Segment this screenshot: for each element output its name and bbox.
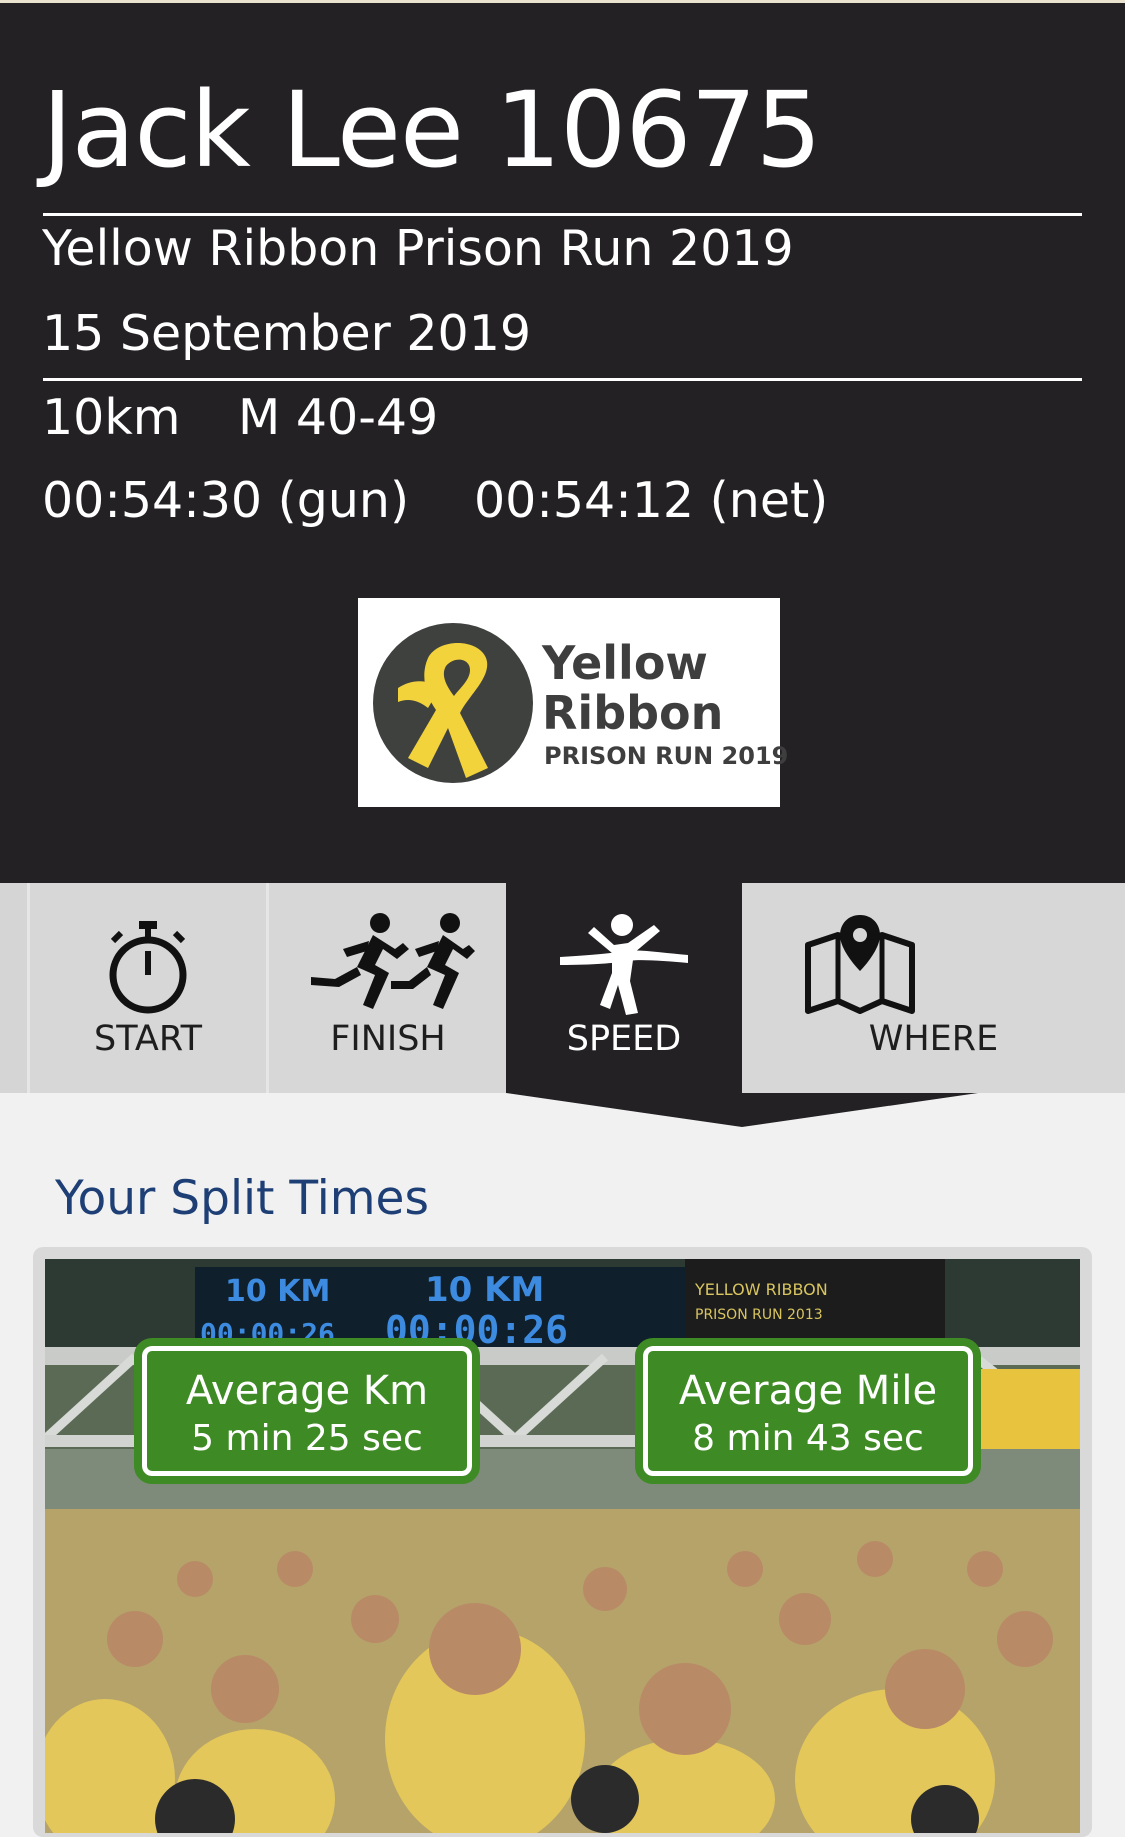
race-start-photo: 10 KM 10 KM 00:00:26 00:00:26 YELLOW RIB… — [45, 1259, 1080, 1833]
runner-header: Jack Lee 10675 Yellow Ribbon Prison Run … — [0, 0, 1125, 883]
tab-where-label: WHERE — [868, 1019, 999, 1059]
header-rule-2 — [43, 378, 1082, 381]
finish-line-runner-icon — [560, 914, 688, 1015]
event-date: 15 September 2019 — [42, 305, 532, 362]
active-tab-pointer — [506, 1093, 978, 1127]
logo-text-ribbon: Ribbon — [542, 686, 724, 740]
tab-speed-label: SPEED — [566, 1019, 682, 1059]
gun-time: 00:54:30 (gun) — [42, 472, 410, 529]
split-times-title: Your Split Times — [55, 1171, 429, 1226]
board-sign-2: PRISON RUN 2013 — [695, 1307, 823, 1323]
stopwatch-icon — [109, 921, 187, 1014]
map-pin-icon — [805, 915, 915, 1014]
net-time: 00:54:12 (net) — [474, 472, 829, 529]
average-mile-label: Average Mile — [678, 1368, 938, 1414]
logo-text-yellow: Yellow — [542, 636, 708, 690]
logo-text-prison-run: PRISON RUN 2019 — [544, 742, 789, 770]
average-km-badge: Average Km 5 min 25 sec — [134, 1338, 480, 1484]
tab-finish-label: FINISH — [330, 1019, 446, 1059]
average-mile-value: 8 min 43 sec — [692, 1418, 924, 1459]
average-mile-badge: Average Mile 8 min 43 sec — [635, 1338, 981, 1484]
race-distance: 10km — [42, 389, 181, 446]
average-km-label: Average Km — [185, 1368, 429, 1414]
tab-speed[interactable]: SPEED — [506, 883, 742, 1093]
tab-finish[interactable]: FINISH — [266, 883, 507, 1093]
event-name: Yellow Ribbon Prison Run 2019 — [42, 220, 794, 277]
board-text-1: 10 KM — [225, 1274, 330, 1309]
age-category: M 40-49 — [238, 389, 439, 446]
average-km-value: 5 min 25 sec — [191, 1418, 423, 1459]
header-rule-1 — [43, 213, 1082, 216]
tab-where[interactable]: WHERE — [742, 883, 1125, 1093]
top-divider — [0, 0, 1125, 3]
board-sign-1: YELLOW RIBBON — [694, 1280, 828, 1299]
runner-name-bib: Jack Lee 10675 — [42, 69, 822, 191]
result-tabs: START FINISH SPEED WHERE — [0, 883, 1125, 1093]
tab-start-label: START — [94, 1019, 202, 1059]
event-logo: Yellow Ribbon PRISON RUN 2019 — [358, 598, 788, 807]
tab-start[interactable]: START — [27, 883, 266, 1093]
yellow-ribbon-logo-icon — [373, 623, 533, 783]
board-text-2: 10 KM — [425, 1270, 544, 1310]
runners-icon — [311, 913, 475, 1009]
